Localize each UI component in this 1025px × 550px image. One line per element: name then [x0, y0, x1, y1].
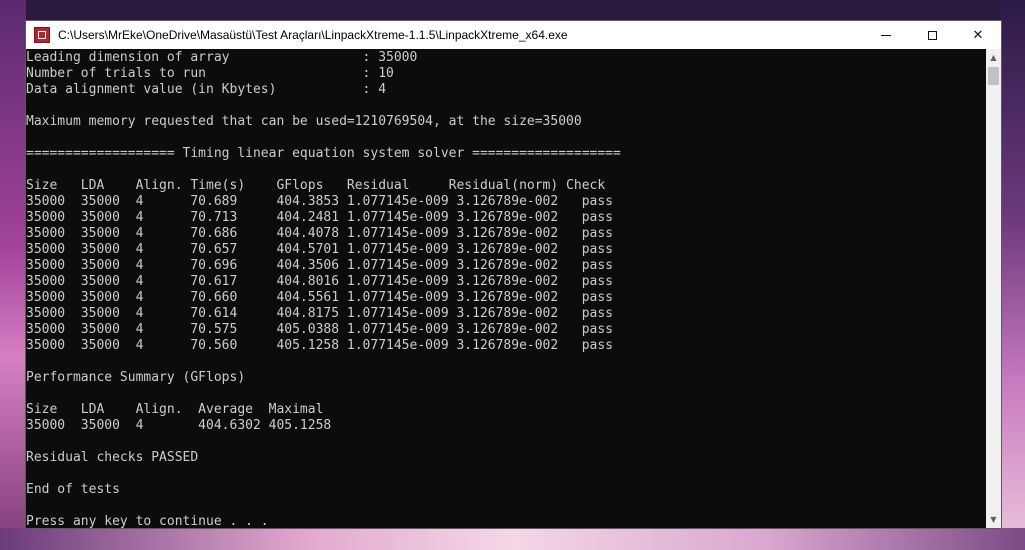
console-line: Residual checks PASSED	[26, 450, 199, 465]
console-line: 35000 35000 4 70.657 404.5701 1.077145e-…	[26, 242, 613, 257]
desktop-wallpaper-right	[1001, 0, 1025, 550]
console-line: End of tests	[26, 482, 120, 497]
console-line: 35000 35000 4 70.696 404.3506 1.077145e-…	[26, 258, 613, 273]
chevron-down-icon: ▼	[990, 515, 997, 524]
scroll-down-button[interactable]: ▼	[986, 511, 1001, 528]
console-line: Number of trials to run : 10	[26, 66, 394, 81]
close-button[interactable]: ✕	[955, 21, 1001, 49]
scrollbar-thumb[interactable]	[988, 67, 999, 85]
console-app-icon[interactable]	[34, 27, 50, 43]
maximize-icon	[927, 30, 937, 40]
window-controls: ✕	[863, 21, 1001, 49]
minimize-button[interactable]	[863, 21, 909, 49]
vertical-scrollbar[interactable]: ▲ ▼	[986, 49, 1001, 528]
console-line: 35000 35000 4 70.617 404.8016 1.077145e-…	[26, 274, 613, 289]
scroll-up-button[interactable]: ▲	[986, 49, 1001, 66]
minimize-icon	[881, 34, 891, 36]
maximize-button[interactable]	[909, 21, 955, 49]
console-line: 35000 35000 4 70.560 405.1258 1.077145e-…	[26, 338, 613, 353]
console-output[interactable]: Leading dimension of array : 35000 Number…	[26, 49, 986, 528]
console-line: Size LDA Align. Average Maximal	[26, 402, 324, 417]
console-line: Data alignment value (in Kbytes) : 4	[26, 82, 387, 97]
title-bar[interactable]: C:\Users\MrEke\OneDrive\Masaüstü\Test Ar…	[26, 21, 1001, 49]
console-line: Performance Summary (GFlops)	[26, 370, 246, 385]
window-title: C:\Users\MrEke\OneDrive\Masaüstü\Test Ar…	[58, 28, 568, 42]
console-window[interactable]: C:\Users\MrEke\OneDrive\Masaüstü\Test Ar…	[25, 20, 1002, 529]
chevron-up-icon: ▲	[990, 53, 997, 62]
console-line: 35000 35000 4 70.614 404.8175 1.077145e-…	[26, 306, 613, 321]
desktop-wallpaper-bottom	[0, 528, 1025, 550]
console-line: Press any key to continue . . .	[26, 514, 269, 528]
console-line: Maximum memory requested that can be use…	[26, 114, 582, 129]
console-line: 35000 35000 4 70.713 404.2481 1.077145e-…	[26, 210, 613, 225]
console-line: Size LDA Align. Time(s) GFlops Residual …	[26, 178, 606, 193]
console-line: 35000 35000 4 70.689 404.3853 1.077145e-…	[26, 194, 613, 209]
console-line: 35000 35000 4 70.686 404.4078 1.077145e-…	[26, 226, 613, 241]
console-line: Leading dimension of array : 35000	[26, 50, 418, 65]
console-line: 35000 35000 4 70.575 405.0388 1.077145e-…	[26, 322, 613, 337]
console-line: 35000 35000 4 404.6302 405.1258	[26, 418, 332, 433]
console-line: =================== Timing linear equati…	[26, 146, 621, 161]
close-icon: ✕	[972, 27, 984, 43]
console-line: 35000 35000 4 70.660 404.5561 1.077145e-…	[26, 290, 613, 305]
desktop-wallpaper-left	[0, 0, 26, 550]
